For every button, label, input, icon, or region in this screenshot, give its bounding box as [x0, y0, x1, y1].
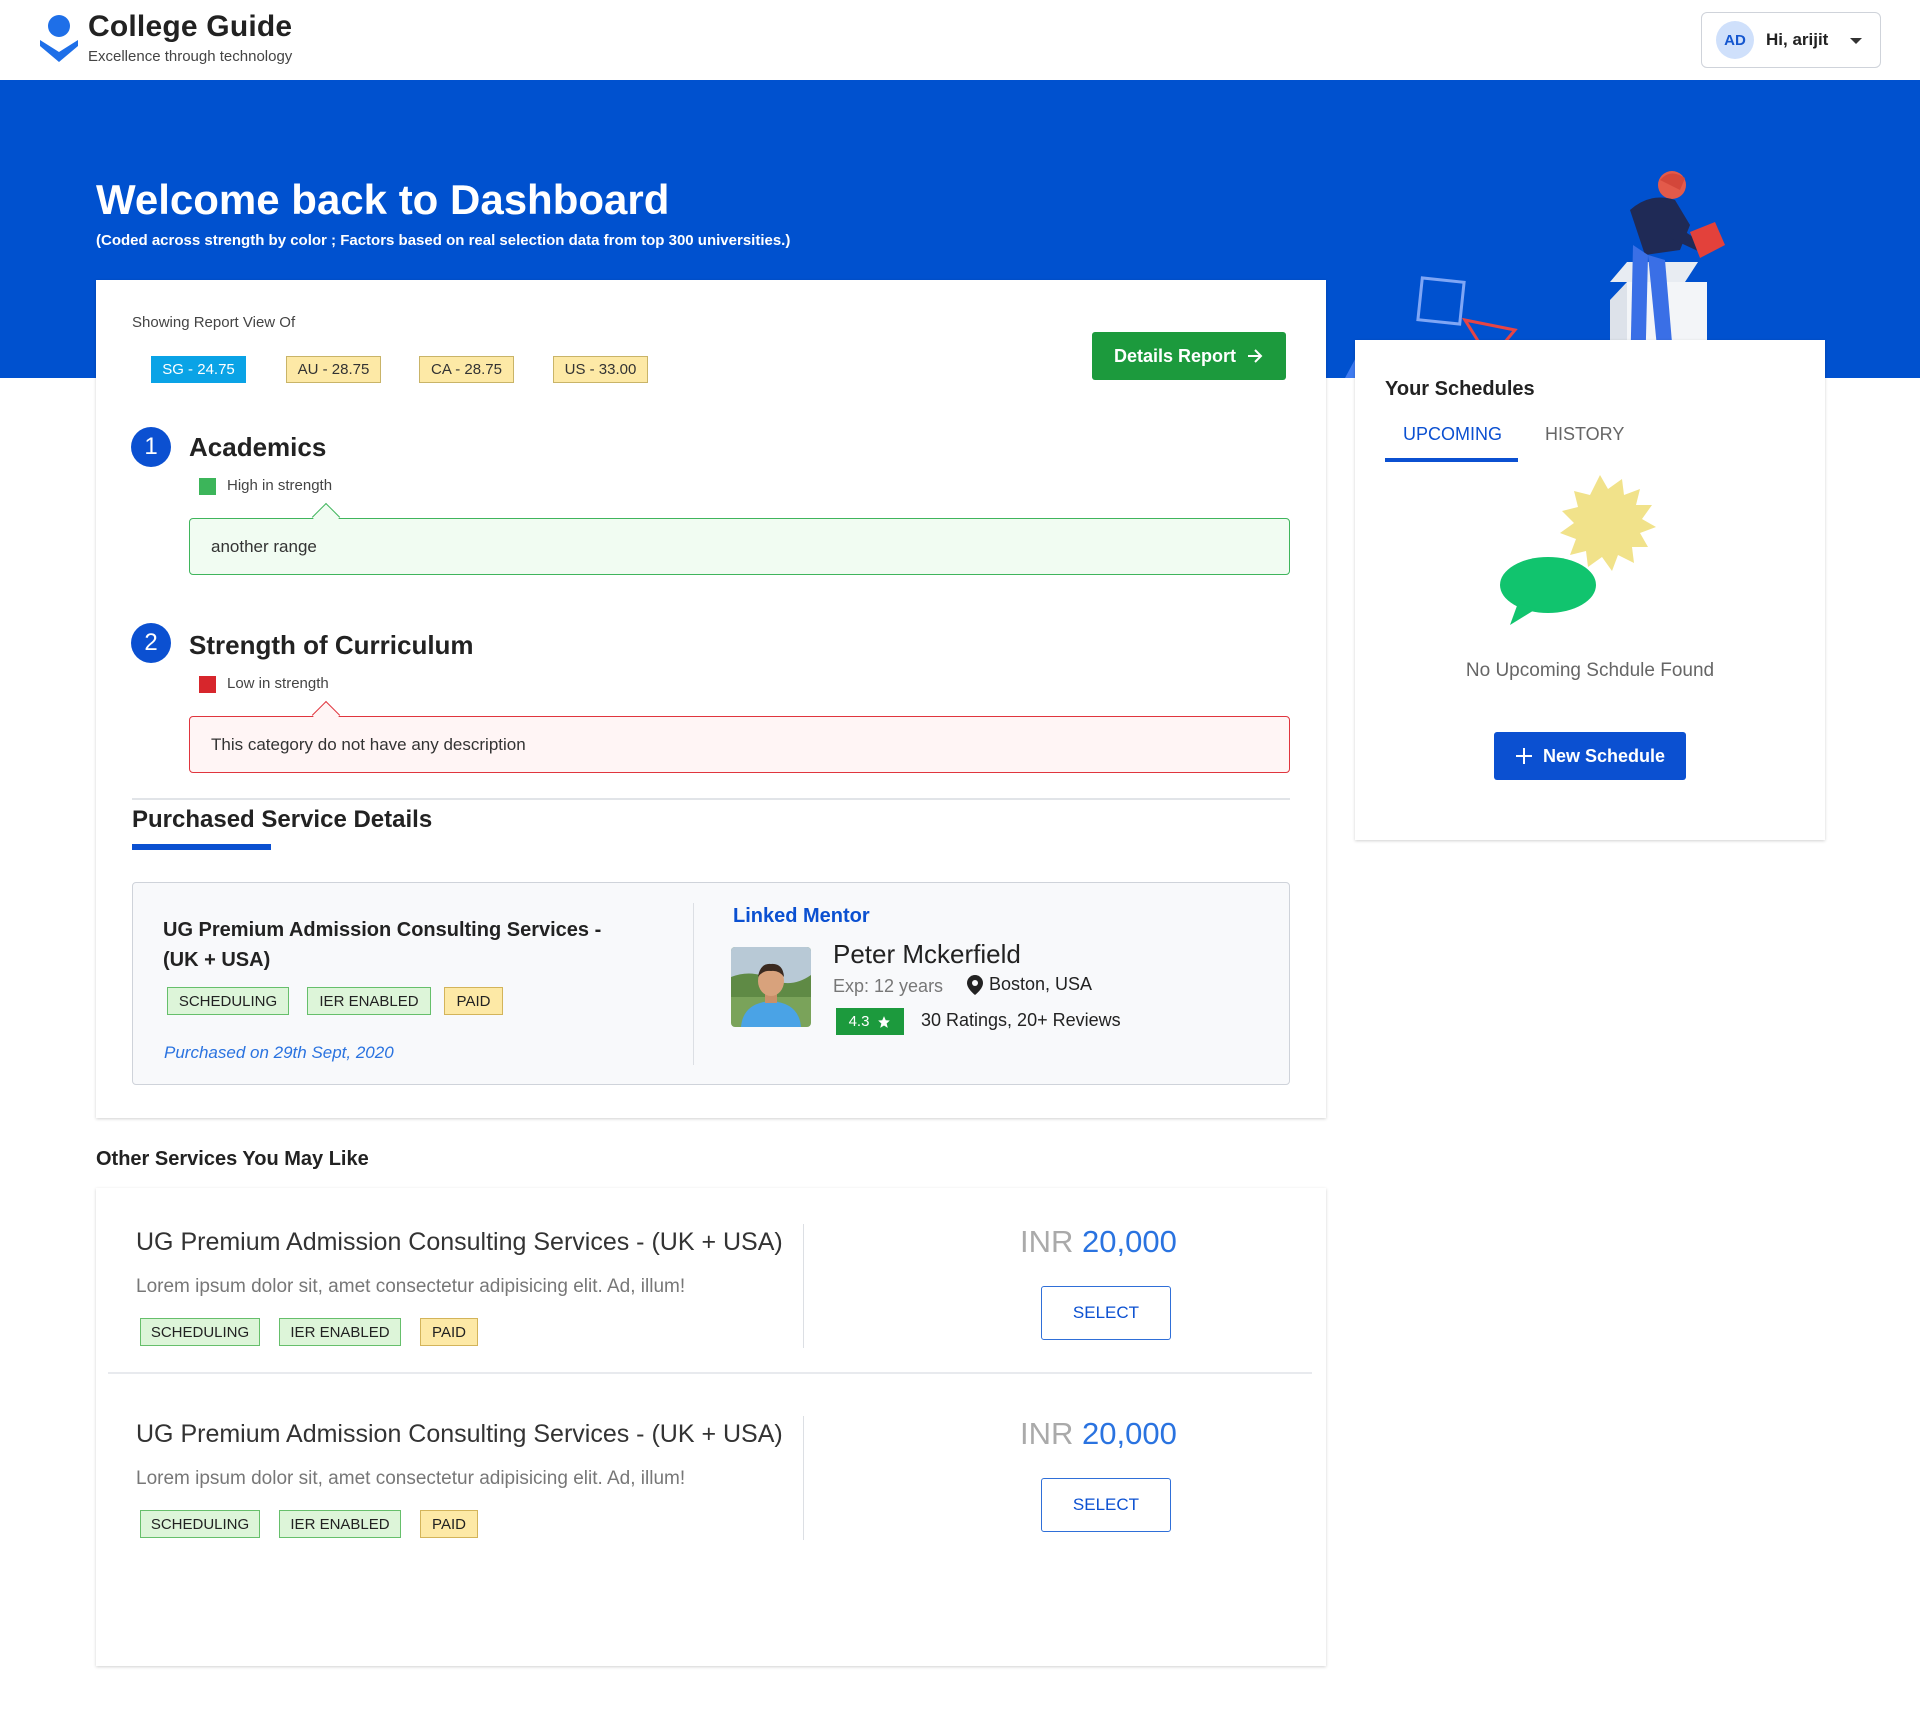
- tag-ier-enabled: IER ENABLED: [279, 1510, 401, 1538]
- report-chip-au[interactable]: AU - 28.75: [286, 356, 381, 383]
- strength-high-swatch: [199, 478, 216, 495]
- offer-price: INR 20,000: [1020, 1416, 1177, 1452]
- tag-scheduling: SCHEDULING: [140, 1318, 260, 1346]
- purchased-section-title: Purchased Service Details: [132, 806, 433, 833]
- tag-scheduling: SCHEDULING: [167, 987, 289, 1015]
- report-chip-us[interactable]: US - 33.00: [553, 356, 648, 383]
- offer-name: UG Premium Admission Consulting Services…: [136, 1228, 783, 1256]
- step-number-2: 2: [131, 623, 171, 663]
- tag-ier-enabled: IER ENABLED: [307, 987, 431, 1015]
- other-services-list: UG Premium Admission Consulting Services…: [96, 1188, 1326, 1666]
- tag-scheduling: SCHEDULING: [140, 1510, 260, 1538]
- offer-price: INR 20,000: [1020, 1224, 1177, 1260]
- report-chip-ca[interactable]: CA - 28.75: [419, 356, 514, 383]
- tab-upcoming[interactable]: UPCOMING: [1403, 424, 1502, 445]
- divider: [693, 903, 694, 1065]
- price-currency: INR: [1020, 1224, 1074, 1259]
- select-button[interactable]: SELECT: [1041, 1478, 1171, 1532]
- mentor-location: Boston, USA: [967, 974, 1092, 995]
- divider: [108, 1372, 1312, 1374]
- star-icon: [878, 1015, 891, 1028]
- arrow-right-icon: [1248, 349, 1263, 363]
- description-text: This category do not have any descriptio…: [211, 734, 526, 754]
- linked-mentor-label: Linked Mentor: [733, 905, 870, 927]
- top-navbar: College Guide Excellence through technol…: [0, 0, 1920, 80]
- category-description: This category do not have any descriptio…: [189, 700, 1290, 773]
- offer-description: Lorem ipsum dolor sit, amet consectetur …: [136, 1468, 686, 1489]
- strength-label: Low in strength: [227, 675, 329, 692]
- step-number-1: 1: [131, 427, 171, 467]
- mentor-avatar[interactable]: [731, 947, 811, 1027]
- tag-paid: PAID: [420, 1510, 478, 1538]
- divider: [803, 1416, 804, 1540]
- brand-title[interactable]: College Guide: [88, 10, 292, 44]
- mentor-name[interactable]: Peter Mckerfield: [833, 939, 1021, 970]
- price-currency: INR: [1020, 1416, 1074, 1451]
- schedules-title: Your Schedules: [1385, 378, 1535, 400]
- report-view-label: Showing Report View Of: [132, 314, 296, 331]
- report-card: Showing Report View Of SG - 24.75 AU - 2…: [96, 280, 1326, 1118]
- tag-paid: PAID: [420, 1318, 478, 1346]
- empty-schedule-message: No Upcoming Schdule Found: [1465, 660, 1715, 681]
- chat-bubbles-illustration: [1500, 475, 1656, 625]
- rating-value: 4.3: [848, 1013, 870, 1030]
- mentor-location-text: Boston, USA: [989, 974, 1093, 994]
- category-title-academics: Academics: [189, 432, 327, 462]
- offer-name: UG Premium Admission Consulting Services…: [136, 1420, 783, 1448]
- user-greeting: Hi, arijit: [1766, 30, 1829, 49]
- category-title-curriculum: Strength of Curriculum: [189, 630, 474, 660]
- strength-low-swatch: [199, 676, 216, 693]
- purchased-service-box: UG Premium Admission Consulting Services…: [132, 882, 1290, 1085]
- college-guide-logo-icon[interactable]: [38, 14, 80, 64]
- tag-paid: PAID: [444, 987, 503, 1015]
- divider: [132, 798, 1290, 800]
- details-report-label: Details Report: [1113, 345, 1237, 366]
- brand-tagline: Excellence through technology: [88, 48, 293, 65]
- page-title: Welcome back to Dashboard: [96, 176, 670, 223]
- mentor-reviews: 30 Ratings, 20+ Reviews: [921, 1010, 1121, 1030]
- section-underline: [132, 844, 271, 850]
- service-offer-item: UG Premium Admission Consulting Services…: [108, 1380, 1312, 1560]
- purchase-date: Purchased on 29th Sept, 2020: [164, 1043, 394, 1062]
- tag-ier-enabled: IER ENABLED: [279, 1318, 401, 1346]
- offer-description: Lorem ipsum dolor sit, amet consectetur …: [136, 1276, 686, 1297]
- location-pin-icon: [967, 974, 983, 995]
- schedules-card: Your Schedules UPCOMING HISTORY No Upcom…: [1355, 340, 1825, 840]
- select-button[interactable]: SELECT: [1041, 1286, 1171, 1340]
- plus-icon: [1515, 748, 1532, 764]
- other-services-title: Other Services You May Like: [96, 1148, 369, 1170]
- page-subtitle: (Coded across strength by color ; Factor…: [96, 232, 791, 249]
- user-menu-dropdown[interactable]: AD Hi, arijit: [1701, 12, 1881, 68]
- strength-label: High in strength: [227, 477, 333, 494]
- avatar: AD: [1716, 21, 1754, 59]
- new-schedule-label: New Schedule: [1542, 745, 1666, 766]
- divider: [803, 1224, 804, 1348]
- description-text: another range: [211, 536, 317, 556]
- active-tab-indicator: [1385, 458, 1518, 462]
- purchased-service-name: UG Premium Admission Consulting Services…: [163, 919, 602, 971]
- rating-badge: 4.3: [836, 1008, 904, 1035]
- price-amount: 20,000: [1082, 1416, 1177, 1451]
- report-chip-sg[interactable]: SG - 24.75: [151, 356, 246, 383]
- caret-down-icon: [1850, 38, 1862, 44]
- category-description: another range: [189, 502, 1290, 575]
- new-schedule-button[interactable]: New Schedule: [1494, 732, 1686, 780]
- tab-history[interactable]: HISTORY: [1545, 424, 1624, 445]
- details-report-button[interactable]: Details Report: [1092, 332, 1286, 380]
- service-offer-item: UG Premium Admission Consulting Services…: [108, 1188, 1312, 1368]
- price-amount: 20,000: [1082, 1224, 1177, 1259]
- mentor-experience: Exp: 12 years: [833, 976, 944, 996]
